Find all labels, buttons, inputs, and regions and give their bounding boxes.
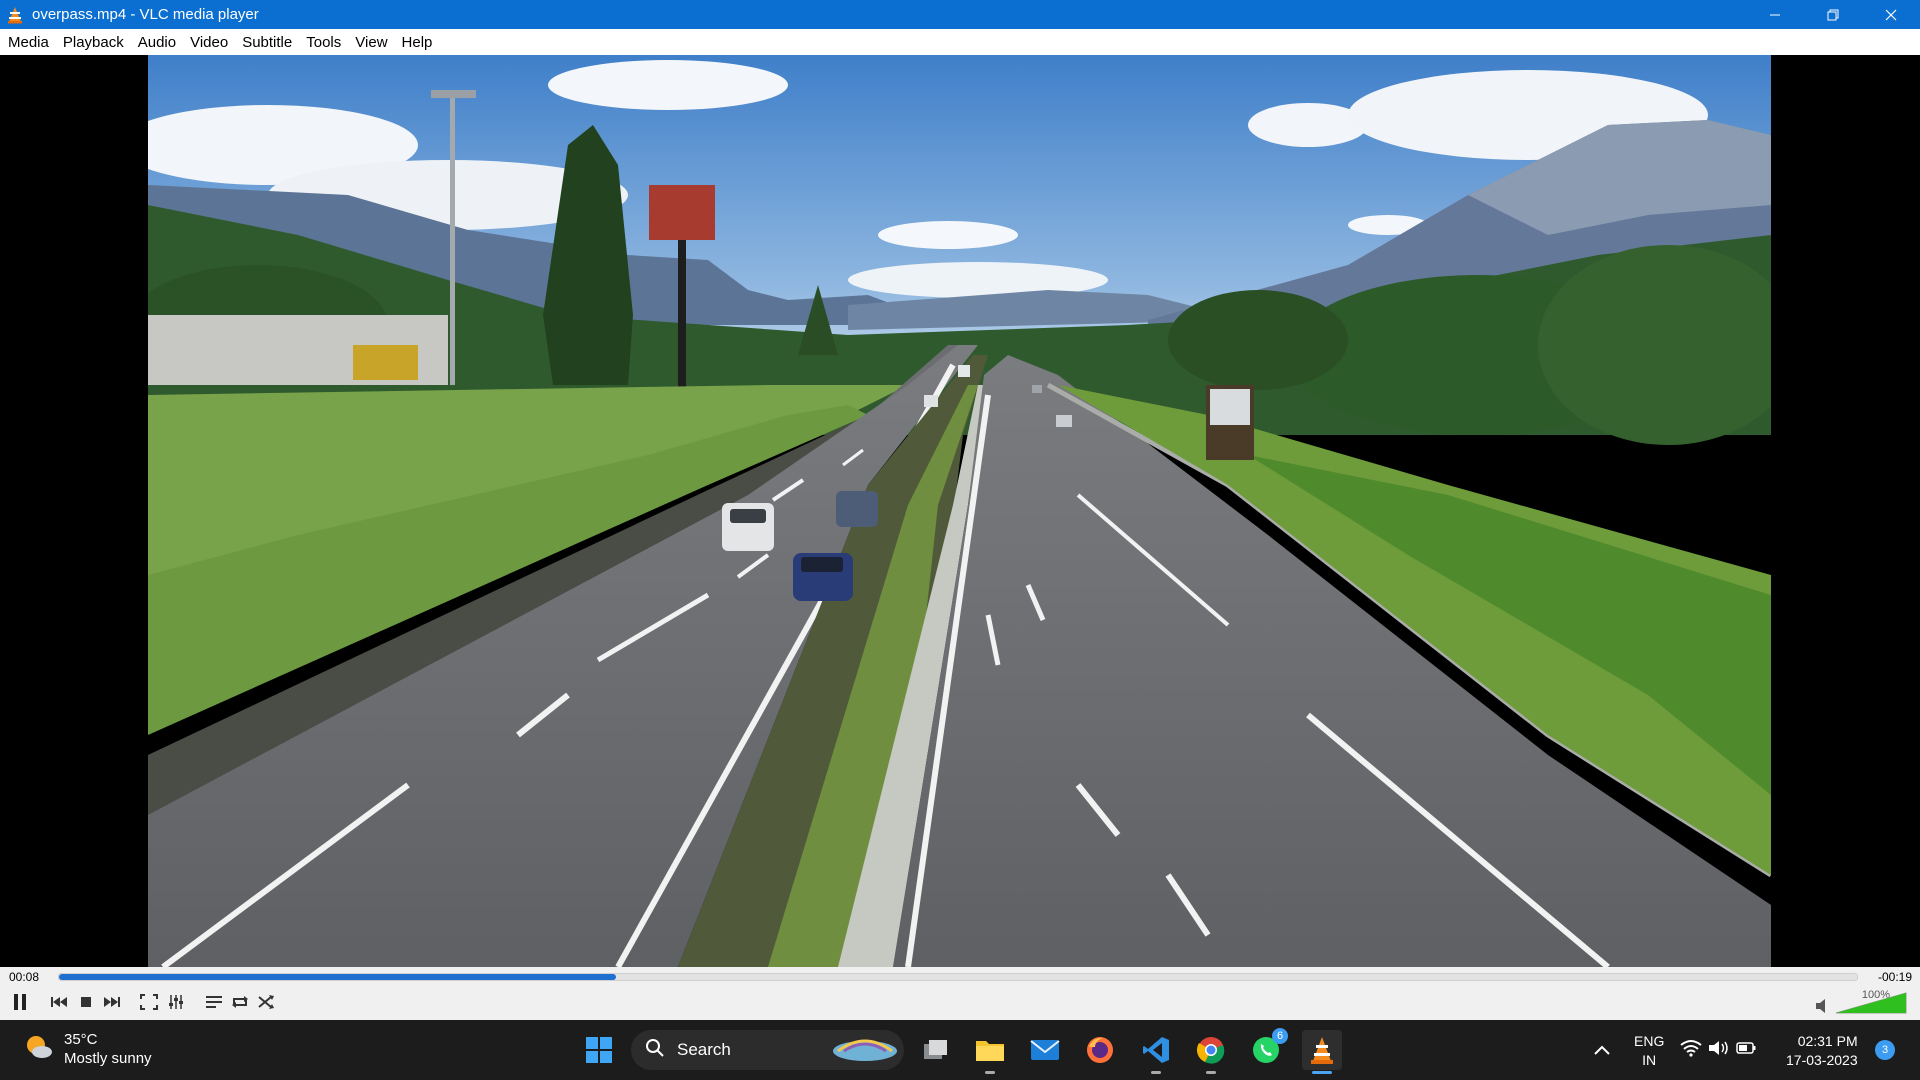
chrome-icon[interactable] — [1191, 1030, 1231, 1074]
restore-button[interactable] — [1804, 0, 1862, 29]
firefox-icon[interactable] — [1080, 1030, 1120, 1070]
windows-start-icon[interactable] — [579, 1030, 619, 1070]
menu-playback[interactable]: Playback — [56, 34, 131, 51]
vscode-icon[interactable] — [1136, 1030, 1176, 1074]
battery-icon — [1736, 1041, 1756, 1060]
fullscreen-icon[interactable] — [138, 989, 160, 1015]
search-icon — [645, 1038, 665, 1063]
speaker-tray-icon — [1708, 1039, 1730, 1062]
search-highlight-icon — [830, 1033, 900, 1068]
menu-bar: Media Playback Audio Video Subtitle Tool… — [0, 29, 1920, 55]
mail-icon[interactable] — [1025, 1030, 1065, 1070]
next-icon[interactable] — [101, 989, 123, 1015]
windows-taskbar: 35°C Mostly sunny Search 6 ENG IN 02:31 … — [0, 1020, 1920, 1080]
volume-slider[interactable] — [1814, 991, 1912, 1015]
clock-date: 17-03-2023 — [1786, 1052, 1858, 1068]
menu-media[interactable]: Media — [8, 34, 56, 51]
language-indicator[interactable]: ENG IN — [1634, 1032, 1664, 1070]
wifi-icon — [1680, 1039, 1702, 1062]
task-view-icon[interactable] — [915, 1030, 955, 1070]
menu-help[interactable]: Help — [395, 34, 440, 51]
pause-button[interactable] — [8, 989, 32, 1015]
menu-video[interactable]: Video — [183, 34, 235, 51]
speaker-icon[interactable] — [1816, 999, 1825, 1013]
weather-description: Mostly sunny — [64, 1050, 152, 1067]
system-clock[interactable]: 02:31 PM 17-03-2023 — [1786, 1032, 1858, 1070]
language-primary: ENG — [1634, 1033, 1665, 1049]
seek-bar[interactable] — [58, 973, 1858, 981]
weather-temperature: 35°C — [64, 1031, 98, 1048]
whatsapp-badge: 6 — [1272, 1028, 1288, 1044]
minimize-button[interactable] — [1746, 0, 1804, 29]
stop-button[interactable] — [75, 989, 97, 1015]
taskbar-search[interactable]: Search — [631, 1030, 904, 1070]
playback-controls: 00:08 -00:19 100% — [0, 967, 1920, 1020]
elapsed-time: 00:08 — [9, 970, 40, 984]
loop-icon[interactable] — [229, 989, 251, 1015]
language-secondary: IN — [1642, 1052, 1657, 1068]
close-button[interactable] — [1862, 0, 1920, 29]
title-bar: overpass.mp4 - VLC media player — [0, 0, 1920, 29]
system-tray-icons[interactable] — [1678, 1030, 1758, 1070]
video-area[interactable] — [0, 55, 1920, 967]
menu-tools[interactable]: Tools — [299, 34, 348, 51]
search-label: Search — [677, 1040, 731, 1059]
notification-count[interactable]: 3 — [1875, 1040, 1895, 1060]
seek-progress — [59, 974, 617, 980]
vlc-cone-icon — [4, 4, 26, 26]
partly-sunny-icon — [24, 1032, 54, 1067]
remaining-time[interactable]: -00:19 — [1878, 970, 1912, 984]
previous-icon[interactable] — [48, 989, 70, 1015]
chevron-up-icon[interactable] — [1582, 1030, 1622, 1070]
menu-view[interactable]: View — [348, 34, 394, 51]
menu-subtitle[interactable]: Subtitle — [235, 34, 299, 51]
weather-widget[interactable]: 35°C Mostly sunny — [24, 1030, 152, 1068]
whatsapp-icon[interactable]: 6 — [1246, 1028, 1288, 1070]
menu-audio[interactable]: Audio — [131, 34, 183, 51]
shuffle-icon[interactable] — [255, 989, 277, 1015]
window-title: overpass.mp4 - VLC media player — [32, 6, 259, 23]
extended-settings-icon[interactable] — [165, 989, 187, 1015]
file-explorer-icon[interactable] — [970, 1030, 1010, 1074]
video-frame-highway[interactable] — [148, 55, 1771, 967]
clock-time: 02:31 PM — [1797, 1033, 1858, 1049]
vlc-window: overpass.mp4 - VLC media player Media Pl… — [0, 0, 1920, 1080]
vlc-taskbar-icon[interactable] — [1302, 1030, 1342, 1074]
playlist-icon[interactable] — [203, 989, 225, 1015]
